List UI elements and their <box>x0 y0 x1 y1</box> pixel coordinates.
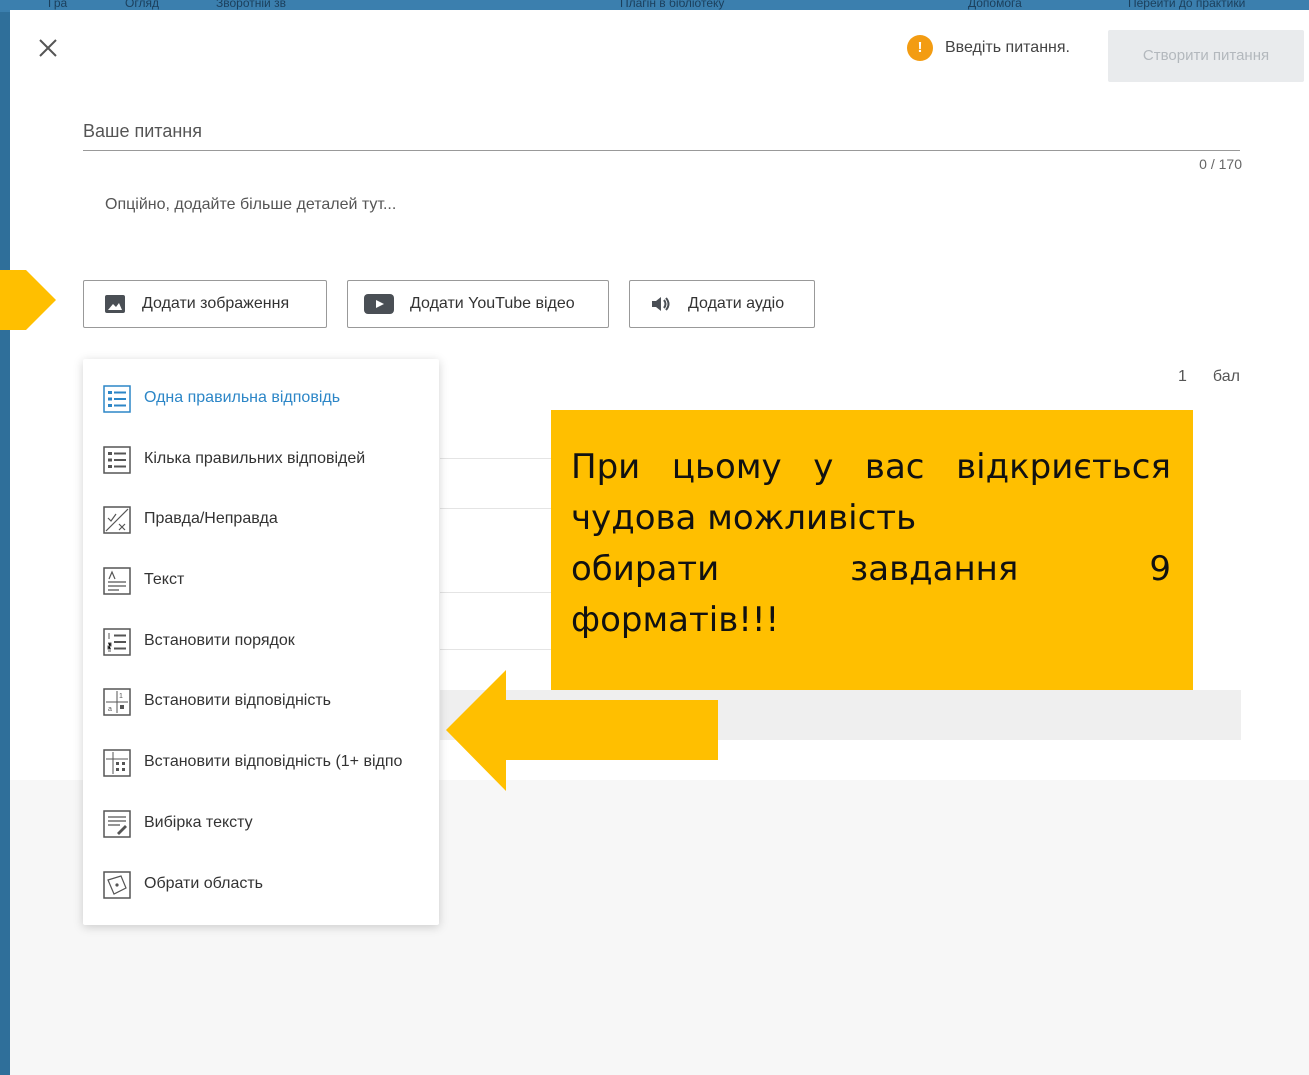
toolbar-item: Плагін в бібліотеку <box>620 0 725 10</box>
arrow-right-annotation <box>0 270 56 330</box>
add-image-button[interactable]: Додати зображення <box>83 280 327 328</box>
question-input[interactable]: Ваше питання <box>83 115 1240 151</box>
warning-icon: ! <box>907 35 933 61</box>
menu-item-text[interactable]: Текст <box>83 556 439 606</box>
warning-text: Введіть питання. <box>945 39 1070 56</box>
menu-item-single-choice[interactable]: Одна правильна відповідь <box>83 374 439 424</box>
true-false-icon <box>103 506 131 534</box>
points-unit: бал <box>1212 368 1240 385</box>
image-icon <box>104 294 126 314</box>
toolbar-item: Перейти до практики <box>1128 0 1246 10</box>
toolbar-item: Зворотній зв <box>216 0 286 10</box>
question-type-menu: Одна правильна відповідь Кілька правильн… <box>83 359 439 925</box>
menu-item-label: Вибірка тексту <box>144 814 253 831</box>
svg-text:a: a <box>108 706 112 713</box>
menu-item-label: Текст <box>144 571 185 588</box>
callout-line-3: обирати завдання 9 <box>571 549 1171 589</box>
text-select-icon <box>103 810 131 838</box>
add-image-label: Додати зображення <box>142 295 290 312</box>
menu-item-label: Встановити відповідність (1+ відпо <box>144 753 403 770</box>
match-multi-icon <box>103 749 131 777</box>
menu-item-label: Кілька правильних відповідей <box>144 450 366 467</box>
menu-item-match-multiple[interactable]: Встановити відповідність (1+ відпо <box>83 738 439 788</box>
points-field[interactable]: 1 бал <box>1178 368 1240 386</box>
menu-item-label: Встановити порядок <box>144 632 295 649</box>
menu-item-label: Обрати область <box>144 875 264 892</box>
add-youtube-button[interactable]: Додати YouTube відео <box>347 280 609 328</box>
menu-item-text-selection[interactable]: Вибірка тексту <box>83 799 439 849</box>
menu-item-select-area[interactable]: Обрати область <box>83 860 439 910</box>
close-icon <box>39 39 57 57</box>
callout-line-2: чудова можливість <box>571 498 917 538</box>
add-audio-button[interactable]: Додати аудіо <box>629 280 815 328</box>
character-counter: 0 / 170 <box>1199 156 1242 172</box>
menu-item-label: Одна правильна відповідь <box>144 389 341 406</box>
text-icon <box>103 567 131 595</box>
close-button[interactable] <box>34 34 62 62</box>
validation-warning: ! Введіть питання. <box>907 35 1070 61</box>
menu-item-multiple-choice[interactable]: Кілька правильних відповідей <box>83 435 439 485</box>
svg-text:1: 1 <box>119 693 123 700</box>
menu-item-order[interactable]: Встановити порядок <box>83 617 439 667</box>
callout-line-1: При цьому у вас відкриється <box>571 447 1171 487</box>
annotation-callout: При цьому у вас відкриється чудова можли… <box>551 410 1193 690</box>
single-choice-icon <box>103 385 131 413</box>
add-audio-label: Додати аудіо <box>688 295 785 312</box>
toolbar-item: Огляд <box>125 0 159 10</box>
callout-line-4: форматів!!! <box>571 600 780 640</box>
toolbar-item: Допомога <box>968 0 1022 10</box>
menu-item-true-false[interactable]: Правда/Неправда <box>83 495 439 545</box>
menu-item-label: Правда/Неправда <box>144 510 278 527</box>
points-value: 1 <box>1178 368 1187 385</box>
menu-item-match[interactable]: a1 Встановити відповідність <box>83 677 439 727</box>
speaker-icon <box>650 294 672 314</box>
multiple-choice-icon <box>103 446 131 474</box>
youtube-icon <box>364 294 394 314</box>
add-youtube-label: Додати YouTube відео <box>410 295 575 312</box>
match-icon: a1 <box>103 688 131 716</box>
order-icon <box>103 628 131 656</box>
menu-item-label: Встановити відповідність <box>144 692 331 709</box>
area-select-icon <box>103 871 131 899</box>
toolbar-item: Гра <box>48 0 68 10</box>
create-question-button[interactable]: Створити питання <box>1108 30 1304 82</box>
details-input[interactable]: Опційно, додайте більше деталей тут... <box>105 196 396 214</box>
